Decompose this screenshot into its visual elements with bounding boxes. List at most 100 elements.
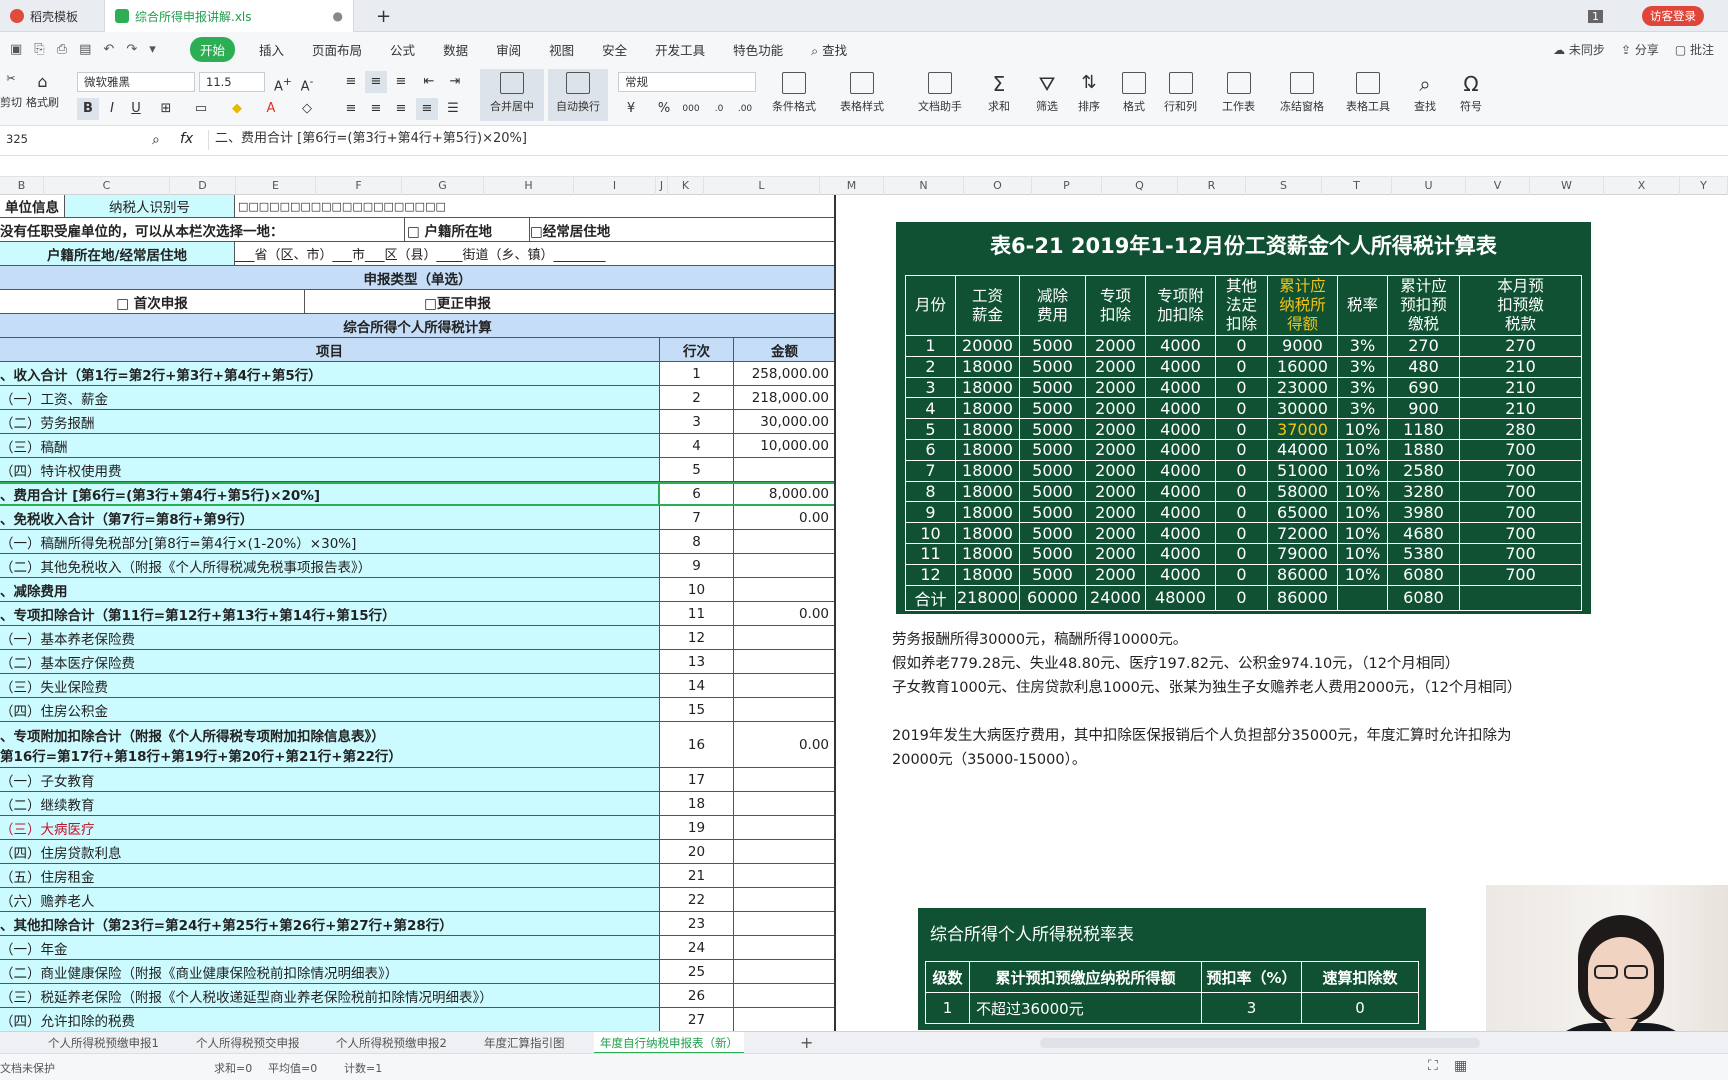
cell-amount[interactable] xyxy=(734,698,834,721)
cell-style-icon[interactable]: ▭ xyxy=(190,98,212,120)
cell-amount[interactable] xyxy=(734,840,834,863)
cell-line-number[interactable]: 10 xyxy=(660,578,734,601)
number-format-select[interactable]: 常规 xyxy=(618,72,756,92)
copy-icon[interactable]: ⎘ xyxy=(34,42,44,57)
column-header-cell[interactable]: I xyxy=(574,177,656,195)
cell-line-number[interactable]: 13 xyxy=(660,650,734,673)
cell-line-number[interactable]: 22 xyxy=(660,888,734,911)
cell-amount[interactable] xyxy=(734,936,834,959)
sheet-tab-4[interactable]: 年度汇算指引图 xyxy=(484,1032,565,1054)
column-header-cell[interactable]: N xyxy=(884,177,964,195)
underline-button[interactable]: U xyxy=(125,98,147,120)
cell-line-number[interactable]: 20 xyxy=(660,840,734,863)
font-grow-icon[interactable]: A+ xyxy=(272,71,294,94)
zoom-icon[interactable]: ⌕ xyxy=(152,132,160,148)
cell-item-label[interactable]: 、费用合计 [第6行=(第3行+第4行+第5行)×20%] xyxy=(0,484,660,504)
fx-icon[interactable]: fx xyxy=(180,131,193,147)
cell-no-employer[interactable]: 没有任职受雇单位的，可以从本栏次选择一地： xyxy=(0,218,405,241)
cell-amount[interactable] xyxy=(734,912,834,935)
font-name-select[interactable]: 微软雅黑 xyxy=(77,72,195,92)
border-icon[interactable]: ⊞ xyxy=(155,98,177,120)
cell-amount[interactable]: 0.00 xyxy=(734,506,834,529)
cut-button[interactable]: ✂ 剪切 xyxy=(0,72,22,110)
normal-view-icon[interactable]: ▦ xyxy=(1454,1058,1467,1074)
sheet-tab-2[interactable]: 个人所得税预交申报 xyxy=(196,1032,300,1054)
cell-amount[interactable] xyxy=(734,674,834,697)
new-tab-button[interactable]: + xyxy=(366,0,401,32)
wrap-text-button[interactable]: 自动换行 xyxy=(548,69,608,121)
cell-address[interactable]: ___省（区、市）___市___区（县）____街道（乡、镇）________ xyxy=(235,242,834,265)
horizontal-scrollbar[interactable] xyxy=(1040,1038,1480,1048)
cell-item-label[interactable]: （四）特许权使用费 xyxy=(0,458,660,481)
share-button[interactable]: ⇪ 分享 xyxy=(1621,41,1659,58)
cell-first-declare[interactable]: □ 首次申报 xyxy=(0,290,305,313)
cell-amount[interactable] xyxy=(734,1008,834,1031)
column-header-cell[interactable]: O xyxy=(964,177,1032,195)
cell-item-label[interactable]: （三）失业保险费 xyxy=(0,674,660,697)
menu-view[interactable]: 视图 xyxy=(549,40,574,59)
cell-amount[interactable]: 30,000.00 xyxy=(734,410,834,433)
cell-item-label[interactable]: （四）允许扣除的税费 xyxy=(0,1008,660,1031)
cell-line-number[interactable]: 4 xyxy=(660,434,734,457)
menu-formula[interactable]: 公式 xyxy=(390,40,415,59)
clear-icon[interactable]: ◇ xyxy=(296,98,318,120)
notification-badge[interactable]: 1 xyxy=(1578,0,1613,32)
cell-calc-title[interactable]: 综合所得个人所得税计算 xyxy=(0,314,834,337)
cell-item-label[interactable]: （一）子女教育 xyxy=(0,768,660,791)
currency-icon[interactable]: ¥ xyxy=(620,98,642,120)
align-left-icon[interactable]: ≡ xyxy=(340,98,362,120)
cell-line-number[interactable]: 5 xyxy=(660,458,734,481)
doc-helper-button[interactable]: 文档助手 xyxy=(918,72,962,114)
cell-id-boxes[interactable]: □□□□□□□□□□□□□□□□□□□□ xyxy=(235,195,834,217)
align-bottom-icon[interactable]: ≡ xyxy=(390,71,412,93)
cell-item-label[interactable]: 、减除费用 xyxy=(0,578,660,601)
column-header-cell[interactable]: V xyxy=(1466,177,1530,195)
redo-icon[interactable]: ↷ xyxy=(126,42,137,57)
conditional-format-button[interactable]: 条件格式 xyxy=(772,72,816,114)
column-header-cell[interactable]: F xyxy=(316,177,402,195)
column-header-cell[interactable]: U xyxy=(1392,177,1466,195)
column-header-cell[interactable]: B xyxy=(0,177,44,195)
column-header-cell[interactable]: S xyxy=(1246,177,1322,195)
italic-button[interactable]: I xyxy=(101,98,123,120)
save-icon[interactable]: ▣ xyxy=(10,42,22,57)
align-center-icon[interactable]: ≡ xyxy=(365,98,387,120)
cell-item-label[interactable]: 、专项附加扣除合计（附报《个人所得税专项附加扣除信息表》） 第16行=第17行+第… xyxy=(0,722,660,767)
indent-decrease-icon[interactable]: ⇤ xyxy=(418,71,440,93)
cell-amount[interactable]: 218,000.00 xyxy=(734,386,834,409)
cell-item-label[interactable]: 、其他扣除合计（第23行=第24行+第25行+第26行+第27行+第28行） xyxy=(0,912,660,935)
menu-developer[interactable]: 开发工具 xyxy=(655,40,705,59)
column-header-cell[interactable]: C xyxy=(44,177,170,195)
fill-color-icon[interactable]: ◆ xyxy=(226,98,248,120)
cell-amount[interactable] xyxy=(734,650,834,673)
column-header-cell[interactable]: Q xyxy=(1102,177,1178,195)
column-header-cell[interactable]: W xyxy=(1530,177,1604,195)
font-size-select[interactable]: 11.5 xyxy=(199,72,265,92)
symbol-button[interactable]: Ω 符号 xyxy=(1460,72,1482,114)
cell-item-label[interactable]: （二）基本医疗保险费 xyxy=(0,650,660,673)
cell-amount[interactable]: 8,000.00 xyxy=(734,484,834,504)
cell-line-number[interactable]: 14 xyxy=(660,674,734,697)
cell-line-number[interactable]: 9 xyxy=(660,554,734,577)
freeze-panes-button[interactable]: 冻结窗格 xyxy=(1280,72,1324,114)
cell-item-label[interactable]: （三）大病医疗 xyxy=(0,816,660,839)
cell-unit-info[interactable]: 单位信息 xyxy=(0,195,65,217)
column-header-cell[interactable]: T xyxy=(1322,177,1392,195)
column-header-cell[interactable]: K xyxy=(668,177,704,195)
column-header-cell[interactable]: E xyxy=(236,177,316,195)
column-header-cell[interactable]: L xyxy=(704,177,820,195)
cell-line-number[interactable]: 17 xyxy=(660,768,734,791)
cell-header-line[interactable]: 行次 xyxy=(660,338,734,361)
cell-item-label[interactable]: （五）住房租金 xyxy=(0,864,660,887)
preview-icon[interactable]: ▤ xyxy=(79,42,91,57)
format-button[interactable]: 格式 xyxy=(1122,72,1146,114)
menu-page-layout[interactable]: 页面布局 xyxy=(312,40,362,59)
cell-amount[interactable] xyxy=(734,960,834,983)
cell-line-number[interactable]: 19 xyxy=(660,816,734,839)
tab-close-icon[interactable]: ● xyxy=(333,9,343,23)
formula-input[interactable]: 二、费用合计 [第6行=(第3行+第4行+第5行)×20%] xyxy=(208,130,1728,150)
cell-amount[interactable]: 258,000.00 xyxy=(734,362,834,385)
cell-item-label[interactable]: 、收入合计（第1行=第2行+第3行+第4行+第5行） xyxy=(0,362,660,385)
cell-address-label[interactable]: 户籍所在地/经常居住地 xyxy=(0,242,235,265)
menu-features[interactable]: 特色功能 xyxy=(733,40,783,59)
